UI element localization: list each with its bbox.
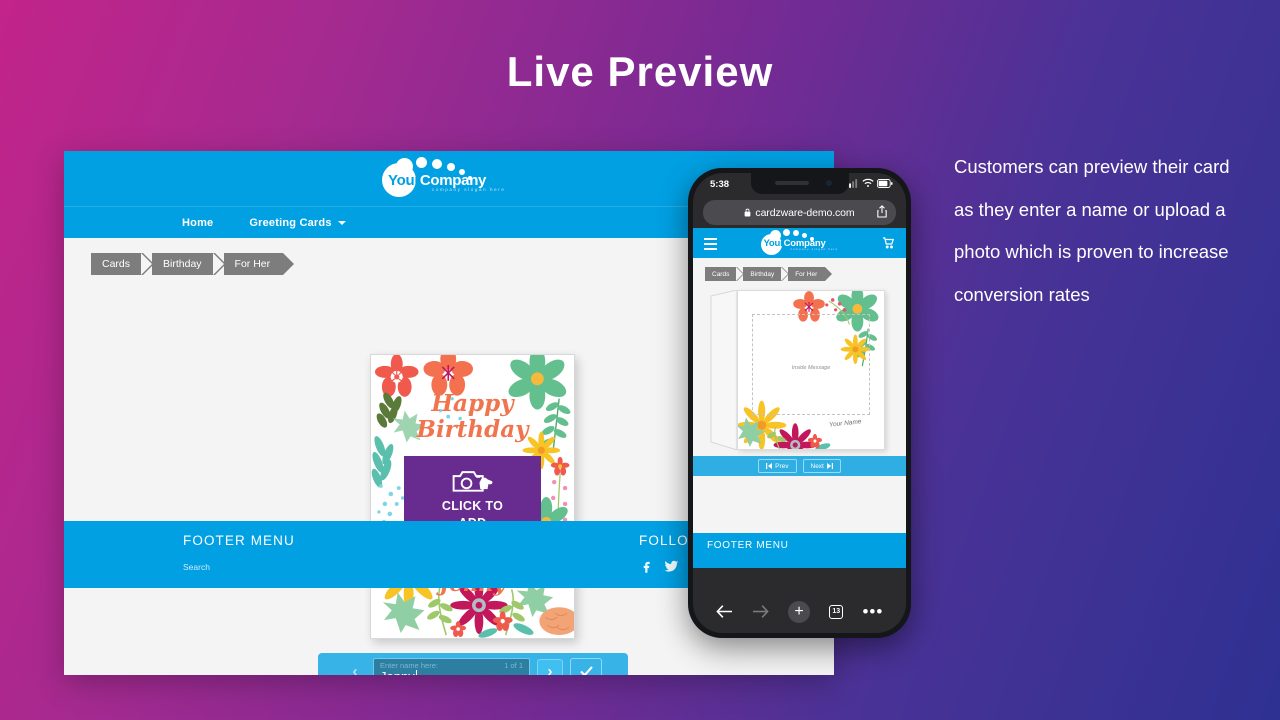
nav-label: Home [182,216,214,229]
new-tab-button[interactable]: + [788,600,811,623]
status-time: 5:38 [710,179,730,190]
breadcrumb-label: Cards [712,270,730,278]
breadcrumb-item-cards[interactable]: Cards [91,253,155,275]
back-arrow-icon[interactable] [715,604,733,619]
card-preview[interactable]: Happy Birthday CLICK TO ADD PHOTO Jenny [370,354,575,639]
skip-forward-icon [826,463,833,469]
card-page-navigation: Prev Next [693,456,906,476]
breadcrumb-label: Birthday [750,270,775,278]
photo-label-line1: CLICK TO [441,499,504,514]
card-inside-panel: Inside Message Your Name [737,290,885,450]
check-icon [579,666,593,675]
prev-page-button[interactable]: Prev [758,459,797,473]
mobile-card-preview[interactable]: Inside Message Your Name [709,290,885,450]
mobile-breadcrumb: Cards Birthday For Her [705,267,833,281]
mobile-breadcrumb-item-birthday[interactable]: Birthday [736,267,790,281]
mobile-logo-name-primary: Your [763,238,784,249]
breadcrumb-label: Birthday [163,258,202,270]
more-dots-icon[interactable]: ••• [862,603,883,620]
share-icon[interactable] [877,205,887,218]
lock-icon [745,208,751,217]
chevron-down-icon [337,220,346,225]
battery-icon [877,178,893,188]
next-field-button[interactable]: › [537,658,563,675]
twitter-icon[interactable] [664,559,679,574]
page-title: Live Preview [506,48,774,95]
footer-link-search[interactable]: Search [183,562,295,572]
speaker-grill [774,181,809,185]
nav-label: Greeting Cards [249,216,332,229]
mobile-site-viewport: YourCompany company slogan here Cards Bi… [693,228,906,568]
name-input[interactable]: Enter name here: 1 of 1 Jenny [373,658,530,675]
cart-icon[interactable] [882,237,895,249]
footer-menu-column: FOOTER MENU Search [183,533,295,572]
breadcrumb-label: For Her [234,258,271,270]
footer-menu-title: FOOTER MENU [183,533,295,548]
mobile-company-logo[interactable]: YourCompany company slogan here [753,229,847,256]
breadcrumb: Cards Birthday For Her [91,253,294,275]
breadcrumb-item-for-her[interactable]: For Her [212,253,294,275]
nav-item-home[interactable]: Home [182,217,213,229]
camera-icon [452,471,492,492]
next-page-button[interactable]: Next [802,459,841,473]
mobile-breadcrumb-item-cards[interactable]: Cards [705,267,745,281]
company-logo[interactable]: YourCompany company slogan here [374,157,524,202]
mobile-site-footer: FOOTER MENU [693,533,906,568]
phone-mockup: 5:38 cardzware-demo.com YourCompany comp… [688,168,911,638]
mobile-logo-slogan: company slogan here [790,247,839,251]
logo-slogan: company slogan here [432,187,506,192]
breadcrumb-item-birthday[interactable]: Birthday [141,253,225,275]
description-text: Customers can preview their card as they… [954,156,1230,305]
breadcrumb-label: Cards [102,258,131,270]
wifi-icon [861,178,874,187]
tab-count-button[interactable]: 13 [829,604,844,619]
next-label: Next [810,462,824,470]
logo-name-primary: Your [388,172,420,189]
name-input-value: Jenny [380,669,417,675]
confirm-button[interactable] [570,658,602,675]
facebook-icon[interactable] [639,559,654,574]
nav-item-greeting-cards[interactable]: Greeting Cards [249,216,346,229]
hamburger-menu-icon[interactable] [704,238,717,253]
forward-arrow-icon [752,605,769,618]
breadcrumb-label: For Her [795,270,818,278]
mobile-breadcrumb-item-for-her[interactable]: For Her [781,267,833,281]
phone-notch [750,173,849,194]
mobile-footer-title: FOOTER MENU [707,540,789,551]
name-entry-toolbar: ‹ Enter name here: 1 of 1 Jenny › [318,653,628,675]
tab-count-label: 13 [832,608,841,615]
mobile-site-header: YourCompany company slogan here [693,228,906,258]
inside-message-placeholder: Inside Message [791,365,831,371]
skip-back-icon [766,463,773,469]
prev-label: Prev [775,462,789,470]
front-camera-icon [825,180,832,186]
url-text: cardzware-demo.com [755,206,855,219]
safari-toolbar: + 13 ••• [693,590,906,633]
field-counter: 1 of 1 [504,661,523,670]
address-bar[interactable]: cardzware-demo.com [703,200,896,225]
prev-field-button[interactable]: ‹ [344,659,366,675]
